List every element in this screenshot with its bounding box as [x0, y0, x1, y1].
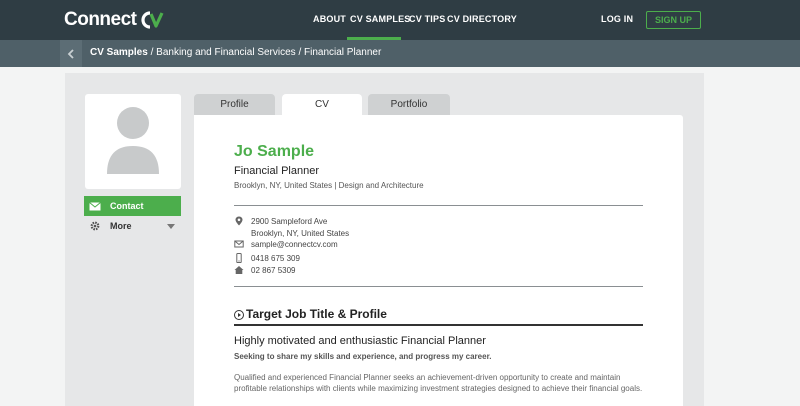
cv-location-industry: Brooklyn, NY, United States | Design and… [234, 181, 424, 190]
contact-label: Contact [110, 201, 144, 211]
more-label: More [110, 221, 132, 231]
signup-button[interactable]: SIGN UP [646, 11, 701, 29]
profile-headline: Highly motivated and enthusiastic Financ… [234, 335, 486, 347]
tab-profile[interactable]: Profile [194, 94, 275, 115]
gear-icon [90, 221, 100, 231]
contact-button[interactable]: Contact [84, 196, 181, 216]
nav-about[interactable]: ABOUT [313, 14, 346, 24]
divider [234, 205, 643, 206]
user-silhouette-icon [107, 107, 159, 174]
more-button[interactable]: More [84, 216, 181, 236]
envelope-icon [234, 240, 244, 248]
address-line-1: 2900 Sampleford Ave [251, 217, 328, 226]
divider [234, 286, 643, 287]
play-circle-icon [234, 310, 244, 320]
profile-summary: Qualified and experienced Financial Plan… [234, 373, 643, 393]
breadcrumb-cv-samples[interactable]: CV Samples [90, 47, 148, 58]
email-address[interactable]: sample@connectcv.com [251, 240, 338, 249]
breadcrumb: CV Samples / Banking and Financial Servi… [90, 47, 381, 58]
avatar [85, 94, 181, 189]
tab-cv[interactable]: CV [282, 94, 362, 115]
section-underline [234, 324, 643, 326]
cv-name: Jo Sample [234, 143, 315, 160]
envelope-icon [89, 201, 101, 210]
mobile-number: 0418 675 309 [251, 254, 300, 263]
mobile-phone-icon [236, 253, 242, 263]
nav-cv-tips[interactable]: CV TIPS [409, 14, 445, 24]
back-button[interactable] [60, 40, 82, 67]
logo-text: Connect [64, 9, 137, 30]
chevron-down-icon [167, 224, 175, 229]
logo-cv-mark-icon [140, 11, 163, 29]
section-title: Target Job Title & Profile [246, 307, 387, 321]
home-phone-icon [234, 266, 244, 274]
breadcrumb-path: / Banking and Financial Services / Finan… [147, 47, 382, 58]
nav-cv-samples[interactable]: CV SAMPLES [350, 14, 411, 24]
map-pin-icon [235, 216, 243, 226]
logo[interactable]: Connect [64, 9, 164, 31]
cv-job-title: Financial Planner [234, 165, 319, 177]
phone-number: 02 867 5309 [251, 266, 296, 275]
nav-cv-directory[interactable]: CV DIRECTORY [447, 14, 517, 24]
profile-subheading: Seeking to share my skills and experienc… [234, 352, 492, 361]
address-line-2: Brooklyn, NY, United States [251, 229, 350, 238]
tab-portfolio[interactable]: Portfolio [368, 94, 450, 115]
chevron-left-icon [67, 48, 74, 59]
login-link[interactable]: LOG IN [601, 14, 633, 24]
